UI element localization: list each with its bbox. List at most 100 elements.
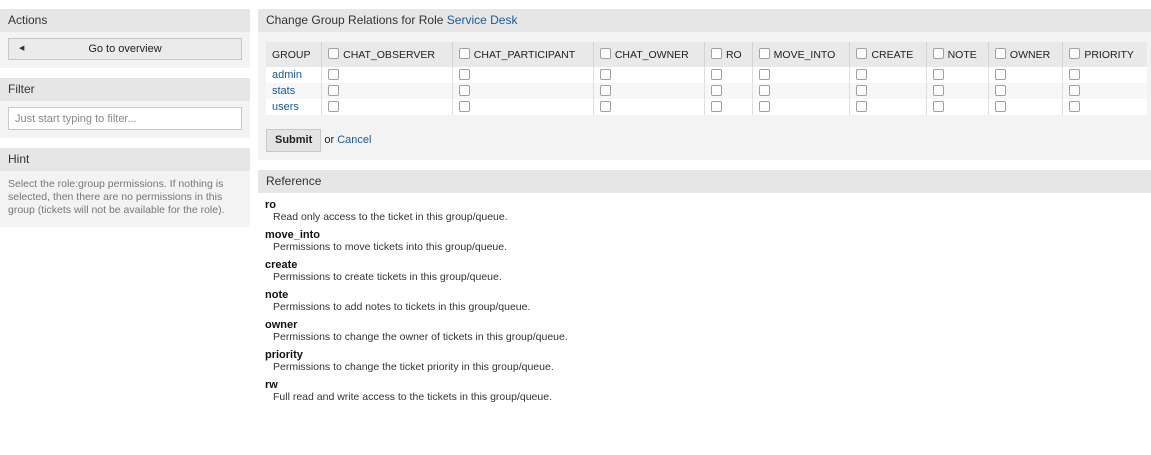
permission-checkbox[interactable] bbox=[1069, 100, 1081, 112]
column-label: MOVE_INTO bbox=[773, 49, 836, 61]
permission-checkbox[interactable] bbox=[932, 68, 944, 80]
permission-checkbox[interactable] bbox=[856, 84, 868, 96]
cancel-link[interactable]: Cancel bbox=[337, 134, 371, 146]
reference-term: note bbox=[265, 289, 289, 301]
reference-item: create Permissions to create tickets in … bbox=[265, 259, 1144, 284]
permission-cell bbox=[988, 67, 1064, 83]
permission-cell bbox=[452, 83, 594, 99]
reference-description: Permissions to change the owner of ticke… bbox=[273, 331, 568, 343]
permission-cell bbox=[988, 83, 1064, 99]
permission-checkbox[interactable] bbox=[458, 100, 470, 112]
permission-checkbox[interactable] bbox=[458, 84, 470, 96]
reference-term: owner bbox=[265, 319, 298, 331]
select-all-checkbox[interactable] bbox=[856, 48, 868, 59]
permission-cell bbox=[849, 83, 927, 99]
column-note: NOTE bbox=[926, 42, 989, 67]
reference-item: priority Permissions to change the ticke… bbox=[265, 349, 1144, 374]
permission-checkbox[interactable] bbox=[994, 100, 1006, 112]
group-link[interactable]: stats bbox=[272, 85, 295, 97]
group-link[interactable]: users bbox=[272, 101, 299, 113]
column-label: RO bbox=[725, 49, 742, 61]
permission-checkbox[interactable] bbox=[328, 68, 340, 80]
select-all-checkbox[interactable] bbox=[994, 48, 1006, 59]
permission-checkbox[interactable] bbox=[710, 84, 722, 96]
reference-description: Permissions to add notes to tickets in t… bbox=[273, 301, 531, 313]
permission-checkbox[interactable] bbox=[932, 100, 944, 112]
column-create: CREATE bbox=[849, 42, 927, 67]
filter-input[interactable] bbox=[8, 107, 242, 130]
filter-box: Filter bbox=[0, 78, 250, 138]
permission-checkbox[interactable] bbox=[856, 68, 868, 80]
permission-cell bbox=[988, 99, 1064, 115]
select-all-checkbox[interactable] bbox=[328, 48, 340, 59]
permission-checkbox[interactable] bbox=[758, 84, 770, 96]
permission-cell bbox=[849, 99, 927, 115]
column-label: CHAT_OWNER bbox=[614, 49, 689, 61]
permission-cell bbox=[1062, 83, 1147, 99]
table-row: admin bbox=[266, 67, 1147, 83]
permission-cell bbox=[321, 83, 453, 99]
reference-description: Permissions to move tickets into this gr… bbox=[273, 241, 508, 253]
go-to-overview-button[interactable]: ◀ Go to overview bbox=[8, 38, 242, 60]
permission-checkbox[interactable] bbox=[599, 84, 611, 96]
permissions-header-row: GROUP CHAT_OBSERVER CHAT_PARTICIPANT CHA… bbox=[266, 42, 1147, 67]
permission-cell bbox=[593, 99, 705, 115]
permission-checkbox[interactable] bbox=[328, 100, 340, 112]
permission-checkbox[interactable] bbox=[994, 68, 1006, 80]
table-row: stats bbox=[266, 83, 1147, 99]
select-all-checkbox[interactable] bbox=[710, 48, 722, 59]
group-cell: stats bbox=[266, 83, 323, 99]
submit-button[interactable]: Submit bbox=[266, 129, 322, 152]
arrow-left-icon: ◀ bbox=[19, 45, 25, 52]
permission-checkbox[interactable] bbox=[1069, 84, 1081, 96]
reference-item: move_into Permissions to move tickets in… bbox=[265, 229, 1144, 254]
permission-checkbox[interactable] bbox=[458, 68, 470, 80]
page-title: Change Group Relations for Role Service … bbox=[258, 9, 1151, 32]
permission-cell bbox=[593, 83, 705, 99]
group-cell: admin bbox=[266, 67, 323, 83]
main-content: Change Group Relations for Role Service … bbox=[258, 9, 1151, 425]
permission-checkbox[interactable] bbox=[599, 68, 611, 80]
reference-header: Reference bbox=[258, 170, 1151, 193]
group-link[interactable]: admin bbox=[272, 69, 302, 81]
column-owner: OWNER bbox=[988, 42, 1064, 67]
permission-checkbox[interactable] bbox=[856, 100, 868, 112]
column-label: PRIORITY bbox=[1084, 49, 1134, 61]
select-all-checkbox[interactable] bbox=[932, 48, 944, 59]
column-chat-owner: CHAT_OWNER bbox=[593, 42, 705, 67]
group-relations-box: Change Group Relations for Role Service … bbox=[258, 9, 1151, 160]
column-chat-observer: CHAT_OBSERVER bbox=[321, 42, 453, 67]
permission-cell bbox=[704, 83, 753, 99]
actions-body: ◀ Go to overview bbox=[0, 32, 250, 68]
permissions-table: GROUP CHAT_OBSERVER CHAT_PARTICIPANT CHA… bbox=[266, 42, 1147, 115]
or-text: or bbox=[324, 134, 335, 146]
permission-checkbox[interactable] bbox=[758, 100, 770, 112]
reference-description: Permissions to create tickets in this gr… bbox=[273, 271, 502, 283]
permission-checkbox[interactable] bbox=[1069, 68, 1081, 80]
select-all-checkbox[interactable] bbox=[758, 48, 770, 59]
select-all-checkbox[interactable] bbox=[458, 48, 470, 59]
permission-cell bbox=[452, 67, 594, 83]
permission-checkbox[interactable] bbox=[599, 100, 611, 112]
select-all-checkbox[interactable] bbox=[599, 48, 611, 59]
permission-checkbox[interactable] bbox=[758, 68, 770, 80]
select-all-checkbox[interactable] bbox=[1069, 48, 1081, 59]
role-name-link[interactable]: Service Desk bbox=[447, 13, 518, 27]
page-title-text: Change Group Relations for Role bbox=[266, 13, 444, 27]
column-label: OWNER bbox=[1009, 49, 1051, 61]
column-label: CHAT_OBSERVER bbox=[343, 49, 435, 61]
column-ro: RO bbox=[704, 42, 753, 67]
sidebar: Actions ◀ Go to overview Filter Hint Sel… bbox=[0, 9, 250, 237]
filter-header: Filter bbox=[0, 78, 250, 101]
permission-checkbox[interactable] bbox=[932, 84, 944, 96]
permission-checkbox[interactable] bbox=[328, 84, 340, 96]
hint-box: Hint Select the role:group permissions. … bbox=[0, 148, 250, 227]
group-cell: users bbox=[266, 99, 323, 115]
reference-item: owner Permissions to change the owner of… bbox=[265, 319, 1144, 344]
reference-term: rw bbox=[265, 379, 278, 391]
reference-term: ro bbox=[265, 199, 276, 211]
permission-cell bbox=[752, 99, 851, 115]
permission-checkbox[interactable] bbox=[710, 68, 722, 80]
permission-checkbox[interactable] bbox=[994, 84, 1006, 96]
permission-checkbox[interactable] bbox=[710, 100, 722, 112]
